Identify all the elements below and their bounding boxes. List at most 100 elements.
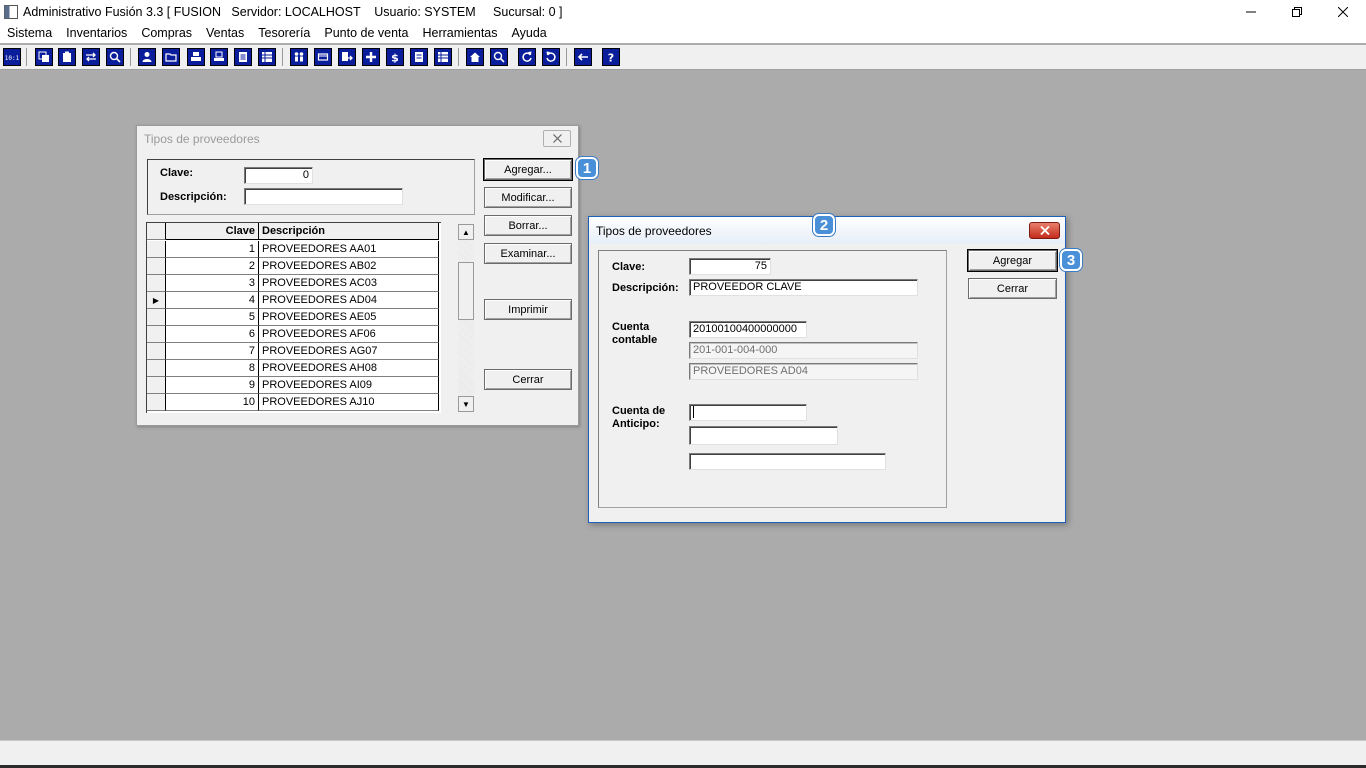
- descripcion-input[interactable]: PROVEEDOR CLAVE: [689, 279, 918, 296]
- cerrar-button[interactable]: Cerrar: [968, 278, 1057, 299]
- toolbar-home-button[interactable]: [466, 48, 484, 66]
- dialog-close-button[interactable]: [1029, 222, 1060, 239]
- cell-clave: 8: [166, 360, 259, 377]
- cell-descripcion: PROVEEDORES AC03: [259, 275, 439, 292]
- clave-label: Clave:: [612, 261, 646, 273]
- toolbar-people-button[interactable]: [290, 48, 308, 66]
- descripcion-label: Descripción:: [612, 282, 679, 294]
- imprimir-button[interactable]: Imprimir: [484, 299, 572, 320]
- cell-clave: 5: [166, 309, 259, 326]
- table-row[interactable]: 1 PROVEEDORES AA01: [147, 241, 439, 258]
- cuenta-contable-label-line2: contable: [612, 334, 658, 346]
- restore-button[interactable]: [1274, 0, 1320, 23]
- cell-descripcion: PROVEEDORES AJ10: [259, 394, 439, 411]
- cell-clave: 4: [166, 292, 259, 309]
- close-icon: [552, 134, 562, 143]
- cell-descripcion: PROVEEDORES AH08: [259, 360, 439, 377]
- toolbar-list-button[interactable]: [258, 48, 276, 66]
- toolbar-page-button[interactable]: [410, 48, 428, 66]
- dollar-icon: $: [391, 52, 399, 64]
- toolbar-folder-button[interactable]: [162, 48, 180, 66]
- cell-descripcion: PROVEEDORES AD04: [259, 292, 439, 309]
- toolbar-document-button[interactable]: [234, 48, 252, 66]
- minimize-button[interactable]: [1228, 0, 1274, 23]
- toolbar-zoom-button[interactable]: [106, 48, 124, 66]
- cell-clave: 1: [166, 241, 259, 258]
- toolbar-export-button[interactable]: [338, 48, 356, 66]
- dialog-close-button[interactable]: [543, 130, 571, 147]
- modificar-button[interactable]: Modificar...: [484, 187, 572, 208]
- close-icon: [1039, 226, 1050, 235]
- scroll-thumb[interactable]: [458, 262, 474, 320]
- cuenta-anticipo-label-line1: Cuenta de: [612, 405, 666, 417]
- toolbar-dollar-button[interactable]: $: [386, 48, 404, 66]
- row-indicator: [147, 258, 166, 275]
- window-title: Administrativo Fusión 3.3 [ FUSION Servi…: [23, 4, 563, 19]
- title-bar: Administrativo Fusión 3.3 [ FUSION Servi…: [0, 0, 1366, 23]
- cuenta-contable-input[interactable]: 20100100400000000: [689, 321, 807, 338]
- toolbar-print-button[interactable]: [187, 48, 205, 66]
- menu-ayuda[interactable]: Ayuda: [505, 26, 554, 40]
- table-row[interactable]: 2 PROVEEDORES AB02: [147, 258, 439, 275]
- cuenta-anticipo-input[interactable]: [689, 404, 807, 421]
- undo-icon: [546, 51, 556, 62]
- menu-herramientas[interactable]: Herramientas: [415, 26, 504, 40]
- toolbar-box-button[interactable]: [314, 48, 332, 66]
- menu-sistema[interactable]: Sistema: [0, 26, 59, 40]
- table-row[interactable]: 9 PROVEEDORES AI09: [147, 377, 439, 394]
- toolbar-clipboard-button[interactable]: [58, 48, 76, 66]
- back-arrow-icon: [577, 53, 588, 61]
- borrar-button[interactable]: Borrar...: [484, 215, 572, 236]
- scroll-down-arrow-icon[interactable]: ▼: [458, 396, 474, 412]
- toolbar-add-button[interactable]: [362, 48, 380, 66]
- clave-filter-input[interactable]: 0: [244, 167, 313, 184]
- toolbar-swap-button[interactable]: [82, 48, 100, 66]
- toolbar-printer-button[interactable]: [210, 48, 228, 66]
- row-indicator: [147, 360, 166, 377]
- column-header-clave[interactable]: Clave: [166, 223, 259, 240]
- toolbar-table-button[interactable]: [434, 48, 452, 66]
- table-row-selected[interactable]: ▶ 4 PROVEEDORES AD04: [147, 292, 439, 309]
- toolbar-back-button[interactable]: [574, 48, 592, 66]
- menu-punto-de-venta[interactable]: Punto de venta: [317, 26, 415, 40]
- toolbar-copy-button[interactable]: [35, 48, 53, 66]
- table-row[interactable]: 8 PROVEEDORES AH08: [147, 360, 439, 377]
- table-row[interactable]: 3 PROVEEDORES AC03: [147, 275, 439, 292]
- toolbar-user-button[interactable]: [138, 48, 156, 66]
- cell-descripcion: PROVEEDORES AB02: [259, 258, 439, 275]
- agregar-button[interactable]: Agregar: [968, 250, 1057, 271]
- clave-input[interactable]: 75: [689, 258, 771, 275]
- descripcion-filter-input[interactable]: [244, 188, 403, 205]
- tipos-proveedores-grid[interactable]: Clave Descripción 1 PROVEEDORES AA01 2 P…: [146, 222, 441, 413]
- toolbar: 10:1 $ ?: [0, 45, 1366, 70]
- grid-vertical-scrollbar[interactable]: ▲ ▼: [458, 224, 474, 412]
- menu-tesoreria[interactable]: Tesorería: [251, 26, 317, 40]
- menu-compras[interactable]: Compras: [134, 26, 199, 40]
- cerrar-list-button[interactable]: Cerrar: [484, 369, 572, 390]
- toolbar-search-button[interactable]: [490, 48, 508, 66]
- menu-inventarios[interactable]: Inventarios: [59, 26, 134, 40]
- toolbar-refresh-button[interactable]: [518, 48, 536, 66]
- examinar-button[interactable]: Examinar...: [484, 243, 572, 264]
- cell-clave: 2: [166, 258, 259, 275]
- table-row[interactable]: 6 PROVEEDORES AF06: [147, 326, 439, 343]
- toolbar-help-button[interactable]: ?: [602, 48, 620, 66]
- menu-ventas[interactable]: Ventas: [199, 26, 251, 40]
- toolbar-calculator-button[interactable]: 10:1: [3, 48, 21, 66]
- agregar-list-button[interactable]: Agregar...: [484, 159, 572, 180]
- scroll-up-arrow-icon[interactable]: ▲: [458, 224, 474, 240]
- table-row[interactable]: 5 PROVEEDORES AE05: [147, 309, 439, 326]
- toolbar-undo-button[interactable]: [542, 48, 560, 66]
- column-header-descripcion[interactable]: Descripción: [259, 223, 439, 240]
- row-indicator: [147, 309, 166, 326]
- printer-icon: [214, 51, 224, 61]
- cell-descripcion: PROVEEDORES AA01: [259, 241, 439, 258]
- svg-text:?: ?: [608, 52, 614, 64]
- dialog-title: Tipos de proveedores: [144, 132, 260, 146]
- current-row-arrow-icon: ▶: [147, 292, 166, 309]
- add-icon: [366, 52, 376, 62]
- table-row[interactable]: 7 PROVEEDORES AG07: [147, 343, 439, 360]
- table-row[interactable]: 10 PROVEEDORES AJ10: [147, 394, 439, 411]
- row-indicator: [147, 377, 166, 394]
- close-button[interactable]: [1320, 0, 1366, 23]
